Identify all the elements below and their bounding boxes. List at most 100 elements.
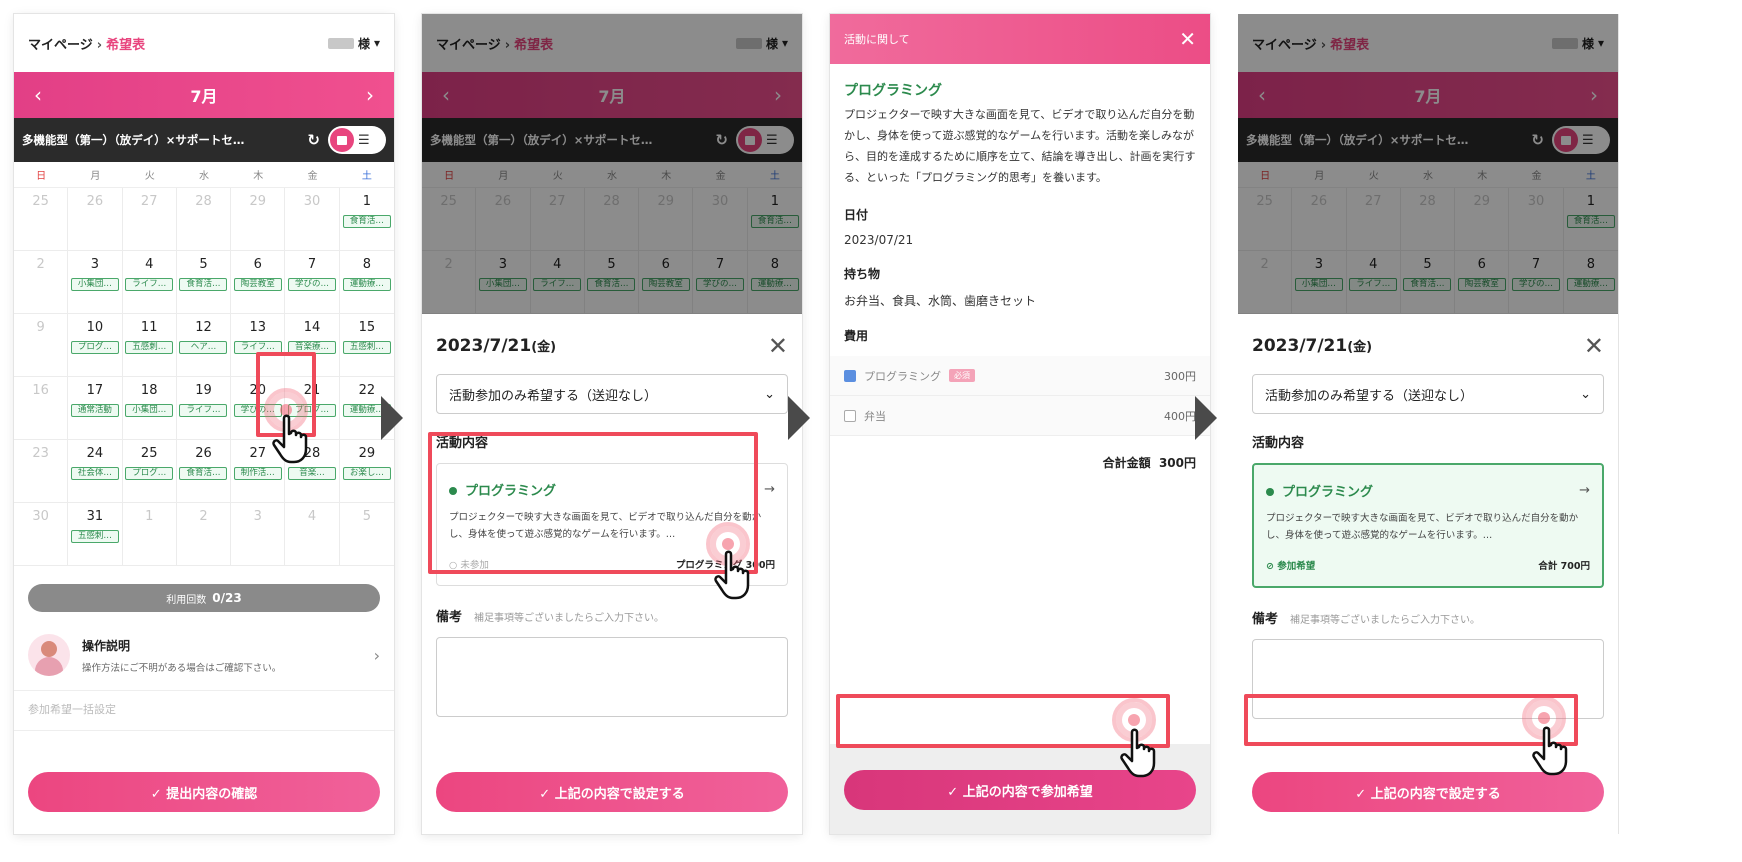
calendar-day[interactable]: 17 通常活動	[68, 377, 123, 440]
calendar-day[interactable]: 10 プログ…	[68, 314, 123, 377]
calendar-day[interactable]: 13 ライフ…	[231, 314, 286, 377]
activity-tag[interactable]: ライフ…	[125, 278, 174, 291]
activity-tag[interactable]: 学びの…	[288, 278, 337, 291]
day-number: 29	[358, 446, 376, 461]
calendar-day[interactable]: 7 学びの…	[285, 251, 340, 314]
calendar-day[interactable]: 26 食育活…	[176, 440, 232, 503]
calendar-day[interactable]: 2	[14, 251, 69, 314]
activity-tag[interactable]: 音楽療…	[288, 341, 337, 354]
calendar-day[interactable]: 31 五感刺…	[68, 503, 123, 566]
calendar-day[interactable]: 8 運動療…	[339, 251, 394, 314]
calendar-day[interactable]: 19 ライフ…	[176, 377, 232, 440]
calendar-day[interactable]: 28 音楽…	[285, 440, 340, 503]
activity-tag[interactable]: 運動療…	[342, 278, 391, 291]
fee-checkbox[interactable]	[844, 409, 856, 422]
prev-month-button[interactable]: ‹	[34, 83, 42, 107]
list-view-icon[interactable]: ☰	[358, 134, 370, 147]
note-textarea[interactable]	[436, 637, 788, 717]
calendar-day[interactable]: 14 音楽療…	[285, 314, 340, 377]
day-number: 9	[36, 320, 45, 335]
activity-total: 合計 700円	[1538, 561, 1590, 572]
calendar-day: 29	[231, 188, 286, 251]
activity-tag[interactable]: 学びの…	[233, 404, 282, 417]
activity-tag[interactable]: プログ…	[288, 404, 337, 417]
weekday-label: 火	[144, 171, 155, 182]
calendar-day[interactable]: 12 ヘア…	[176, 314, 232, 377]
calendar-day[interactable]: 15 五感刺…	[339, 314, 394, 377]
calendar-day[interactable]: 24 社会体…	[68, 440, 123, 503]
refresh-icon[interactable]: ↻	[307, 131, 320, 149]
dim-overlay[interactable]	[1238, 14, 1618, 314]
calendar-day[interactable]: 21 プログ…	[285, 377, 340, 440]
apply-button[interactable]: ✓ 上記の内容で参加希望	[844, 770, 1196, 810]
activity-tag[interactable]: 陶芸教室	[233, 278, 282, 291]
close-icon[interactable]: ✕	[1584, 332, 1604, 360]
calendar-day[interactable]: 3 小集団…	[68, 251, 123, 314]
arrow-right-icon[interactable]: →	[764, 482, 775, 497]
activity-card[interactable]: プログラミング → プロジェクターで映す大きな画面を見て、ビデオで取り込んだ自分を…	[436, 463, 788, 586]
activity-desc: プロジェクターで映す大きな画面を見て、ビデオで取り込んだ自分を動かし、身体を使っ…	[1266, 513, 1579, 541]
bulk-setting-row[interactable]: 参加希望一括設定	[14, 691, 394, 731]
activity-tag[interactable]: 食育活…	[342, 215, 391, 228]
activity-tag[interactable]: 食育活…	[179, 278, 228, 291]
activity-tag[interactable]: ライフ…	[179, 404, 228, 417]
activity-tag[interactable]: ヘア…	[179, 341, 228, 354]
calendar-day[interactable]: 30	[14, 503, 69, 566]
calendar-day[interactable]: 9	[14, 314, 69, 377]
day-number: 2	[36, 257, 45, 272]
calendar-day[interactable]: 29 お楽し…	[339, 440, 394, 503]
activity-tag[interactable]: 五感刺…	[70, 530, 119, 543]
activity-tag[interactable]: 制作活…	[233, 467, 282, 480]
next-month-button[interactable]: ›	[366, 83, 374, 107]
activity-tag[interactable]: 小集団…	[70, 278, 119, 291]
calendar-day[interactable]: 27 制作活…	[231, 440, 286, 503]
activity-tag[interactable]: 音楽…	[288, 467, 337, 480]
calendar-day[interactable]: 5 食育活…	[176, 251, 232, 314]
activity-tag[interactable]: 通常活動	[70, 404, 119, 417]
calendar-day[interactable]: 1 食育活…	[339, 188, 394, 251]
confirm-submission-button[interactable]: ✓ 提出内容の確認	[28, 772, 380, 812]
activity-tag[interactable]: 社会体…	[70, 467, 119, 480]
activity-tag[interactable]: お楽し…	[342, 467, 391, 480]
calendar-day[interactable]: 6 陶芸教室	[231, 251, 286, 314]
participation-select[interactable]: 活動参加のみ希望する（送迎なし） ⌄	[436, 374, 788, 414]
calendar-day[interactable]: 25 プログ…	[122, 440, 177, 503]
activity-tag[interactable]: 食育活…	[179, 467, 228, 480]
note-textarea[interactable]	[1252, 639, 1604, 719]
activity-tag[interactable]: 小集団…	[125, 404, 174, 417]
help-row[interactable]: 操作説明 操作方法にご不明がある場合はご確認下さい。 ›	[14, 612, 394, 691]
calendar-day[interactable]: 11 五感刺…	[122, 314, 177, 377]
dim-overlay[interactable]	[422, 14, 802, 314]
activity-card-selected[interactable]: プログラミング → プロジェクターで映す大きな画面を見て、ビデオで取り込んだ自分を…	[1252, 463, 1604, 588]
close-icon[interactable]: ✕	[1179, 27, 1196, 51]
step-arrow-icon	[1195, 396, 1217, 440]
activity-tag[interactable]: ライフ…	[233, 341, 282, 354]
date-label: 日付	[844, 208, 869, 222]
calendar-day[interactable]: 18 小集団…	[122, 377, 177, 440]
activity-dot-icon	[449, 487, 457, 495]
close-icon[interactable]: ✕	[768, 332, 788, 360]
activity-tag[interactable]: プログ…	[70, 341, 119, 354]
facility-name[interactable]: 多機能型（第一）（放デイ）×サポートセ…	[22, 132, 299, 148]
set-button[interactable]: ✓ 上記の内容で設定する	[1252, 772, 1604, 812]
user-menu[interactable]: 様 ▾	[327, 35, 380, 52]
sheet-date: 2023/7/21(金)	[436, 336, 557, 356]
activity-tag[interactable]: 五感刺…	[125, 341, 174, 354]
calendar-day[interactable]: 20 学びの…	[231, 377, 286, 440]
calendar-day[interactable]: 4 ライフ…	[122, 251, 177, 314]
user-name-blurred	[327, 37, 354, 49]
fee-row[interactable]: 弁当 400円	[830, 396, 1210, 436]
view-toggle[interactable]: ☰	[328, 126, 386, 154]
calendar-view-icon[interactable]	[330, 128, 354, 152]
calendar-day[interactable]: 23	[14, 440, 69, 503]
arrow-right-icon[interactable]: →	[1579, 483, 1590, 498]
calendar-day[interactable]: 16	[14, 377, 69, 440]
activity-tag[interactable]: 五感刺…	[342, 341, 391, 354]
activity-tag[interactable]: プログ…	[125, 467, 174, 480]
fee-row[interactable]: プログラミング 必須 300円	[830, 356, 1210, 396]
set-button[interactable]: ✓ 上記の内容で設定する	[436, 772, 788, 812]
day-number: 13	[249, 320, 267, 335]
participation-select[interactable]: 活動参加のみ希望する（送迎なし） ⌄	[1252, 374, 1604, 414]
breadcrumb-home[interactable]: マイページ	[28, 38, 93, 53]
fee-checkbox[interactable]	[844, 369, 856, 382]
